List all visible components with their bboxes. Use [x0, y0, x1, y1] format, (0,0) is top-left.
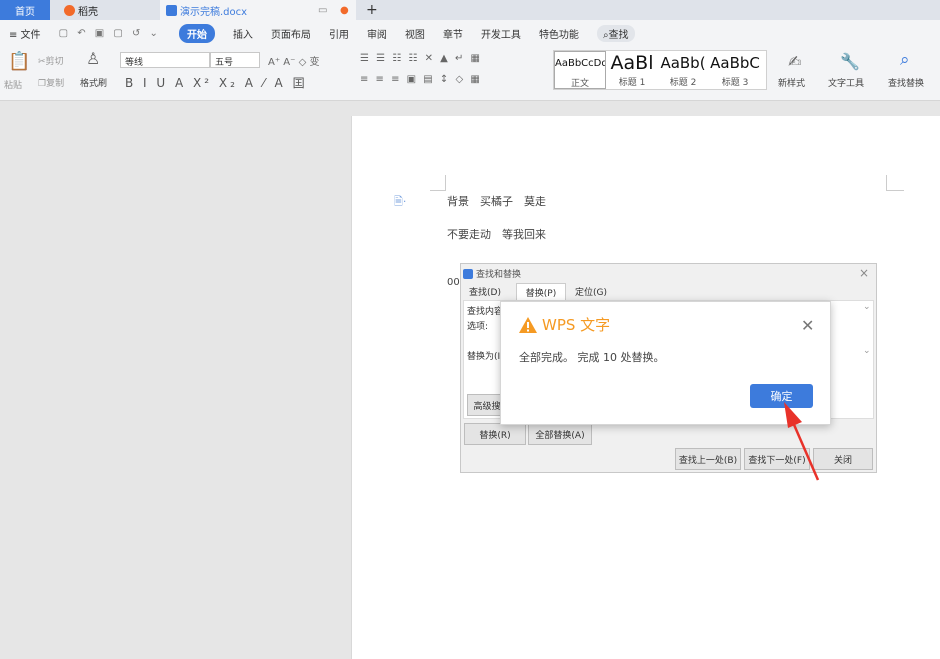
- menu-chapter[interactable]: 章节: [443, 26, 463, 41]
- tab-bar: 首页 稻壳 演示完稿.docx ▭ ● +: [0, 0, 940, 20]
- options-label: 选项:: [467, 322, 489, 332]
- tab-replace[interactable]: 替换(P): [516, 283, 566, 300]
- text-format-tools[interactable]: B I U A X² X₂ A ⁄ A 囯: [125, 74, 308, 91]
- dialog-title: 查找和替换: [476, 270, 522, 280]
- cut-label: 剪切: [45, 57, 64, 67]
- find-dropdown-icon[interactable]: ⌄: [863, 302, 871, 312]
- tab-home-label: 首页: [15, 6, 35, 18]
- tab-modified-dot-icon: ●: [340, 4, 349, 16]
- style-sample: AaBbCcDd: [555, 58, 605, 69]
- new-tab-button[interactable]: +: [366, 0, 378, 20]
- tab-home[interactable]: 首页: [0, 0, 50, 20]
- cut-button[interactable]: ✂剪切: [38, 54, 64, 67]
- red-arrow-annotation: [784, 402, 820, 481]
- tab-daoke[interactable]: 稻壳: [58, 0, 148, 20]
- menu-search[interactable]: ⌕查找: [596, 24, 635, 42]
- style-heading-1[interactable]: AaBl 标题 1: [607, 51, 657, 89]
- format-painter-button[interactable]: 格式刷: [80, 76, 107, 89]
- tab-find[interactable]: 查找(D): [469, 285, 501, 298]
- message-title: WPS 文字: [542, 316, 611, 334]
- close-icon[interactable]: ×: [859, 266, 869, 280]
- paste-icon[interactable]: 📋: [8, 51, 30, 72]
- scissors-icon: ✂: [38, 57, 46, 67]
- replace-all-button[interactable]: 全部替换(A): [528, 423, 592, 445]
- copy-icon: ❐: [38, 79, 47, 89]
- menu-review[interactable]: 审阅: [367, 26, 387, 41]
- menu-file[interactable]: ≡ 文件: [9, 26, 41, 41]
- margin-mark: [430, 175, 446, 191]
- find-replace-button[interactable]: 查找替换: [888, 76, 924, 89]
- writer-logo-icon: [463, 268, 473, 279]
- font-family-select[interactable]: 等线: [120, 52, 210, 68]
- style-sample: AaBl: [610, 52, 654, 74]
- tab-daoke-label: 稻壳: [78, 6, 98, 18]
- wrench-icon: 🔧: [840, 52, 860, 71]
- menu-insert[interactable]: 插入: [233, 26, 253, 41]
- font-tools[interactable]: A⁺ A⁻ ◇ 变: [268, 53, 319, 68]
- tab-screen-icon[interactable]: ▭: [318, 5, 327, 16]
- text-tool-button[interactable]: 文字工具: [828, 76, 864, 89]
- font-size-select[interactable]: 五号: [210, 52, 260, 68]
- quick-access-toolbar[interactable]: ▢ ↶ ▣ ▢ ↺ ⌄: [59, 28, 161, 39]
- style-heading-2[interactable]: AaBb( 标题 2: [657, 51, 709, 89]
- style-normal[interactable]: AaBbCcDd 正文: [554, 51, 606, 89]
- style-sample: AaBbC: [710, 54, 760, 72]
- message-body: 全部完成。 完成 10 处替换。: [519, 351, 665, 364]
- new-style-button[interactable]: 新样式: [778, 76, 805, 89]
- menu-bar: ≡ 文件 ▢ ↶ ▣ ▢ ↺ ⌄ 开始 插入 页面布局 引用 审阅 视图 章节 …: [0, 20, 940, 46]
- new-tab-label: +: [366, 2, 378, 18]
- copy-label: 复制: [46, 79, 65, 89]
- paragraph-tools[interactable]: ≡ ≡ ≡ ▣ ▤ ↕ ◇ ▦: [360, 74, 482, 85]
- daoke-logo-icon: [64, 4, 75, 16]
- copy-button[interactable]: ❐复制: [38, 76, 64, 89]
- replace-button[interactable]: 替换(R): [464, 423, 526, 445]
- menu-search-label: 查找: [608, 29, 629, 41]
- magnifier-icon: ⌕: [900, 50, 910, 70]
- writer-logo-icon: [166, 4, 177, 16]
- margin-mark: [886, 175, 904, 191]
- doc-line-2: 不要走动 等我回来: [447, 228, 546, 241]
- menu-special[interactable]: 特色功能: [539, 26, 579, 41]
- style-name: 标题 2: [669, 78, 697, 88]
- menu-developer[interactable]: 开发工具: [481, 26, 521, 41]
- replace-dropdown-icon[interactable]: ⌄: [863, 346, 871, 356]
- style-name: 正文: [570, 79, 589, 89]
- style-heading-3[interactable]: AaBbC 标题 3: [709, 51, 761, 89]
- menu-references[interactable]: 引用: [329, 26, 349, 41]
- style-name: 标题 1: [618, 78, 646, 88]
- tab-document-label: 演示完稿.docx: [180, 6, 248, 18]
- format-painter-icon: ♙: [86, 49, 101, 68]
- dialog-titlebar: 查找和替换: [463, 267, 521, 280]
- paste-button[interactable]: 粘贴: [4, 78, 22, 91]
- tab-goto[interactable]: 定位(G): [575, 285, 607, 298]
- warning-icon: [519, 316, 537, 333]
- doc-line-3: 00: [447, 277, 460, 288]
- menu-layout[interactable]: 页面布局: [271, 26, 311, 41]
- replace-label: 替换为(I): [467, 352, 504, 362]
- find-label: 查找内容: [467, 307, 504, 317]
- new-style-icon: ✍: [788, 52, 802, 71]
- message-header: WPS 文字: [518, 314, 610, 335]
- menu-view[interactable]: 视图: [405, 26, 425, 41]
- paragraph-icon[interactable]: 🗎·: [394, 193, 406, 212]
- doc-line-1: 背景 买橘子 莫走: [447, 195, 546, 208]
- menu-start[interactable]: 开始: [178, 23, 215, 43]
- ribbon: 📋 粘贴 ✂剪切 ❐复制 ♙ 格式刷 等线 五号 A⁺ A⁻ ◇ 变 B I U…: [0, 46, 940, 101]
- find-previous-button[interactable]: 查找上一处(B): [675, 448, 741, 470]
- style-sample: AaBb(: [660, 54, 706, 72]
- list-tools[interactable]: ☰ ☰ ☷ ☷ ✕ ▲ ↵ ▦: [360, 53, 482, 64]
- close-icon[interactable]: ✕: [801, 316, 814, 335]
- tab-document[interactable]: 演示完稿.docx ▭ ●: [160, 0, 356, 20]
- style-name: 标题 3: [721, 78, 749, 88]
